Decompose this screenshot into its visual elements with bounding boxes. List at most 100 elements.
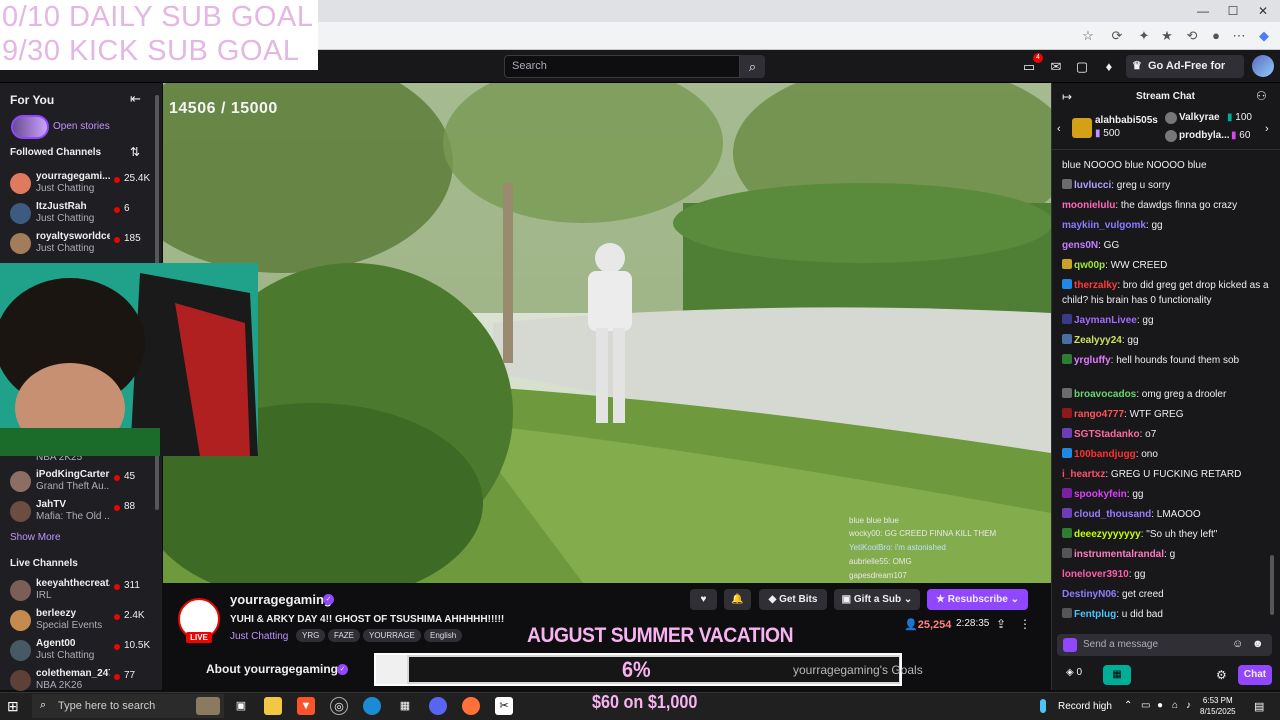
bookmark-star-icon[interactable]: ☆ (1079, 27, 1097, 45)
favorites-icon[interactable]: ★ (1158, 27, 1176, 45)
weather-status[interactable]: Record high (1058, 701, 1112, 712)
sort-icon[interactable]: ⇅ (130, 145, 140, 159)
chat-username[interactable]: spookyfein (1074, 489, 1127, 500)
chat-username[interactable]: JaymanLivee (1074, 315, 1137, 326)
more-menu-icon[interactable]: ⋯ (1230, 27, 1248, 45)
stream-tag[interactable]: English (424, 629, 463, 642)
app-icon[interactable]: ◎ (330, 697, 348, 715)
chat-send-button[interactable]: Chat (1238, 665, 1272, 685)
more-options-icon[interactable]: ⋮ (1019, 617, 1031, 631)
notification-bell-button[interactable]: 🔔 (724, 589, 751, 610)
channel-points[interactable]: ◈ 0 (1066, 667, 1082, 678)
network-icon[interactable]: ⌂ (1172, 700, 1178, 711)
chat-username[interactable]: Zealyyy24 (1074, 335, 1122, 346)
followed-channel-item[interactable]: JahTV Mafia: The Old ... 88 (0, 497, 160, 527)
channel-category: IRL (36, 590, 52, 601)
whispers-icon[interactable]: ▢ (1073, 58, 1091, 76)
chat-username[interactable]: DestinyN06 (1062, 589, 1116, 600)
chat-username[interactable]: instrumentalrandal (1074, 549, 1164, 560)
streamer-name[interactable]: yourragegaming (230, 592, 332, 607)
followed-channel-item[interactable]: royaltysworldceo Just Chatting 185 (0, 229, 160, 259)
task-view-icon[interactable]: ▣ (232, 697, 250, 715)
resubscribe-button[interactable]: ★ Resubscribe ⌄ (927, 589, 1028, 610)
inbox-icon[interactable]: ✉ (1047, 58, 1065, 76)
get-bits-button[interactable]: ◆ Get Bits (759, 589, 827, 610)
close-window-button[interactable]: ✕ (1248, 2, 1278, 20)
volume-icon[interactable]: ♪ (1186, 700, 1191, 711)
chat-username[interactable]: broavocados (1074, 389, 1136, 400)
profile-icon[interactable]: ● (1207, 27, 1225, 45)
chat-username[interactable]: Fentplug (1074, 609, 1116, 620)
chat-username[interactable]: 100bandjugg (1074, 449, 1136, 460)
chat-username[interactable]: rango4777 (1074, 409, 1124, 420)
search-button[interactable]: ⌕ (740, 55, 765, 78)
obs-icon[interactable]: ▦ (396, 697, 414, 715)
chat-username[interactable]: gens0N (1062, 240, 1098, 251)
channel-category: Just Chatting (36, 650, 95, 661)
notification-center-icon[interactable]: ▤ (1254, 700, 1264, 713)
emoji-icon[interactable]: ☻ (1252, 638, 1264, 650)
chat-username[interactable]: deeezyyyyyyy (1074, 529, 1141, 540)
stream-tag[interactable]: YOURRAGE (363, 629, 421, 642)
notifications-icon[interactable]: ♦ (1100, 58, 1118, 76)
follow-heart-button[interactable]: ♥ (690, 589, 717, 610)
brave-icon[interactable]: ▼ (297, 697, 315, 715)
live-channel-item[interactable]: Agent00 Just Chatting 10.5K (0, 636, 160, 666)
followed-channel-item[interactable]: iPodKingCarter Grand Theft Au... 45 (0, 467, 160, 497)
tray-chevron-icon[interactable]: ⌃ (1124, 700, 1132, 711)
tray-app-icon[interactable]: ▭ (1141, 700, 1150, 711)
chat-username[interactable]: therzalky (1074, 280, 1117, 291)
copilot-icon[interactable]: ◆ (1255, 27, 1273, 45)
microphone-icon[interactable]: ● (1157, 700, 1163, 711)
maximize-button[interactable]: ☐ (1218, 2, 1248, 20)
chat-username[interactable]: cloud_thousand (1074, 509, 1151, 520)
open-stories-link[interactable]: Open stories (53, 121, 110, 132)
windows-start-icon[interactable]: ⊞ (7, 698, 19, 715)
share-icon[interactable]: ⇪ (996, 617, 1006, 631)
chat-username[interactable]: moonielulu (1062, 200, 1115, 211)
minimize-button[interactable]: — (1188, 2, 1218, 20)
chat-badge-icon[interactable] (1063, 638, 1077, 652)
community-icon[interactable]: ⚇ (1256, 89, 1267, 103)
live-channel-item[interactable]: keeyahthecreat... IRL 311 (0, 576, 160, 606)
chat-username[interactable]: qw00p (1074, 260, 1105, 271)
extension-icon[interactable]: ✦ (1135, 27, 1153, 45)
history-icon[interactable]: ⟲ (1183, 27, 1201, 45)
followed-channel-item[interactable]: yourragegami... Just Chatting 25.4K (0, 169, 160, 199)
chevron-left-icon[interactable]: ‹ (1057, 123, 1061, 135)
chat-username[interactable]: SGTStadanko (1074, 429, 1140, 440)
chat-username[interactable]: i_heartxz (1062, 469, 1105, 480)
chat-username[interactable]: lonelover3910 (1062, 569, 1129, 580)
chat-scrollbar[interactable] (1270, 555, 1274, 615)
firefox-icon[interactable] (462, 697, 480, 715)
search-input[interactable]: Search (504, 55, 740, 78)
settings-icon[interactable]: ⚙ (1216, 668, 1227, 682)
weather-widget-icon[interactable] (196, 697, 220, 715)
emote-picker-icon[interactable]: ☺ (1232, 638, 1243, 650)
go-ad-free-button[interactable]: ♛ Go Ad-Free for Free (1126, 55, 1244, 95)
stream-tag[interactable]: YRG (296, 629, 326, 642)
show-more-link[interactable]: Show More (10, 532, 61, 543)
gifter-name: Valkyrae (1179, 112, 1220, 123)
capcut-icon[interactable]: ✂ (495, 697, 513, 715)
chat-text: : gg (1145, 220, 1163, 231)
chevron-right-icon[interactable]: › (1265, 123, 1269, 135)
video-player[interactable]: blue blue blue wocky00: GG CREED FINNA K… (163, 83, 1051, 583)
chat-username[interactable]: yrgluffy (1074, 355, 1111, 366)
chat-username[interactable]: luvlucci (1074, 180, 1111, 191)
chat-username[interactable]: maykiin_vulgomk (1062, 220, 1146, 231)
collapse-sidebar-icon[interactable]: ⇤ (130, 91, 141, 107)
stream-category-link[interactable]: Just Chatting (230, 631, 288, 642)
user-avatar[interactable] (1252, 55, 1274, 77)
stories-avatars[interactable] (11, 115, 49, 139)
discord-icon[interactable] (429, 697, 447, 715)
gift-sub-button[interactable]: ▣ Gift a Sub ⌄ (834, 589, 920, 610)
edge-icon[interactable] (363, 697, 381, 715)
file-explorer-icon[interactable] (264, 697, 282, 715)
taskbar-clock[interactable]: 6:53 PM 8/15/2025 (1200, 695, 1236, 717)
followed-channel-item[interactable]: ItzJustRah Just Chatting 6 (0, 199, 160, 229)
claim-points-button[interactable]: ▦ (1103, 665, 1131, 685)
live-channel-item[interactable]: berleezy Special Events 2.4K (0, 606, 160, 636)
stream-tag[interactable]: FAZE (328, 629, 361, 642)
refresh-icon[interactable]: ⟳ (1108, 27, 1126, 45)
